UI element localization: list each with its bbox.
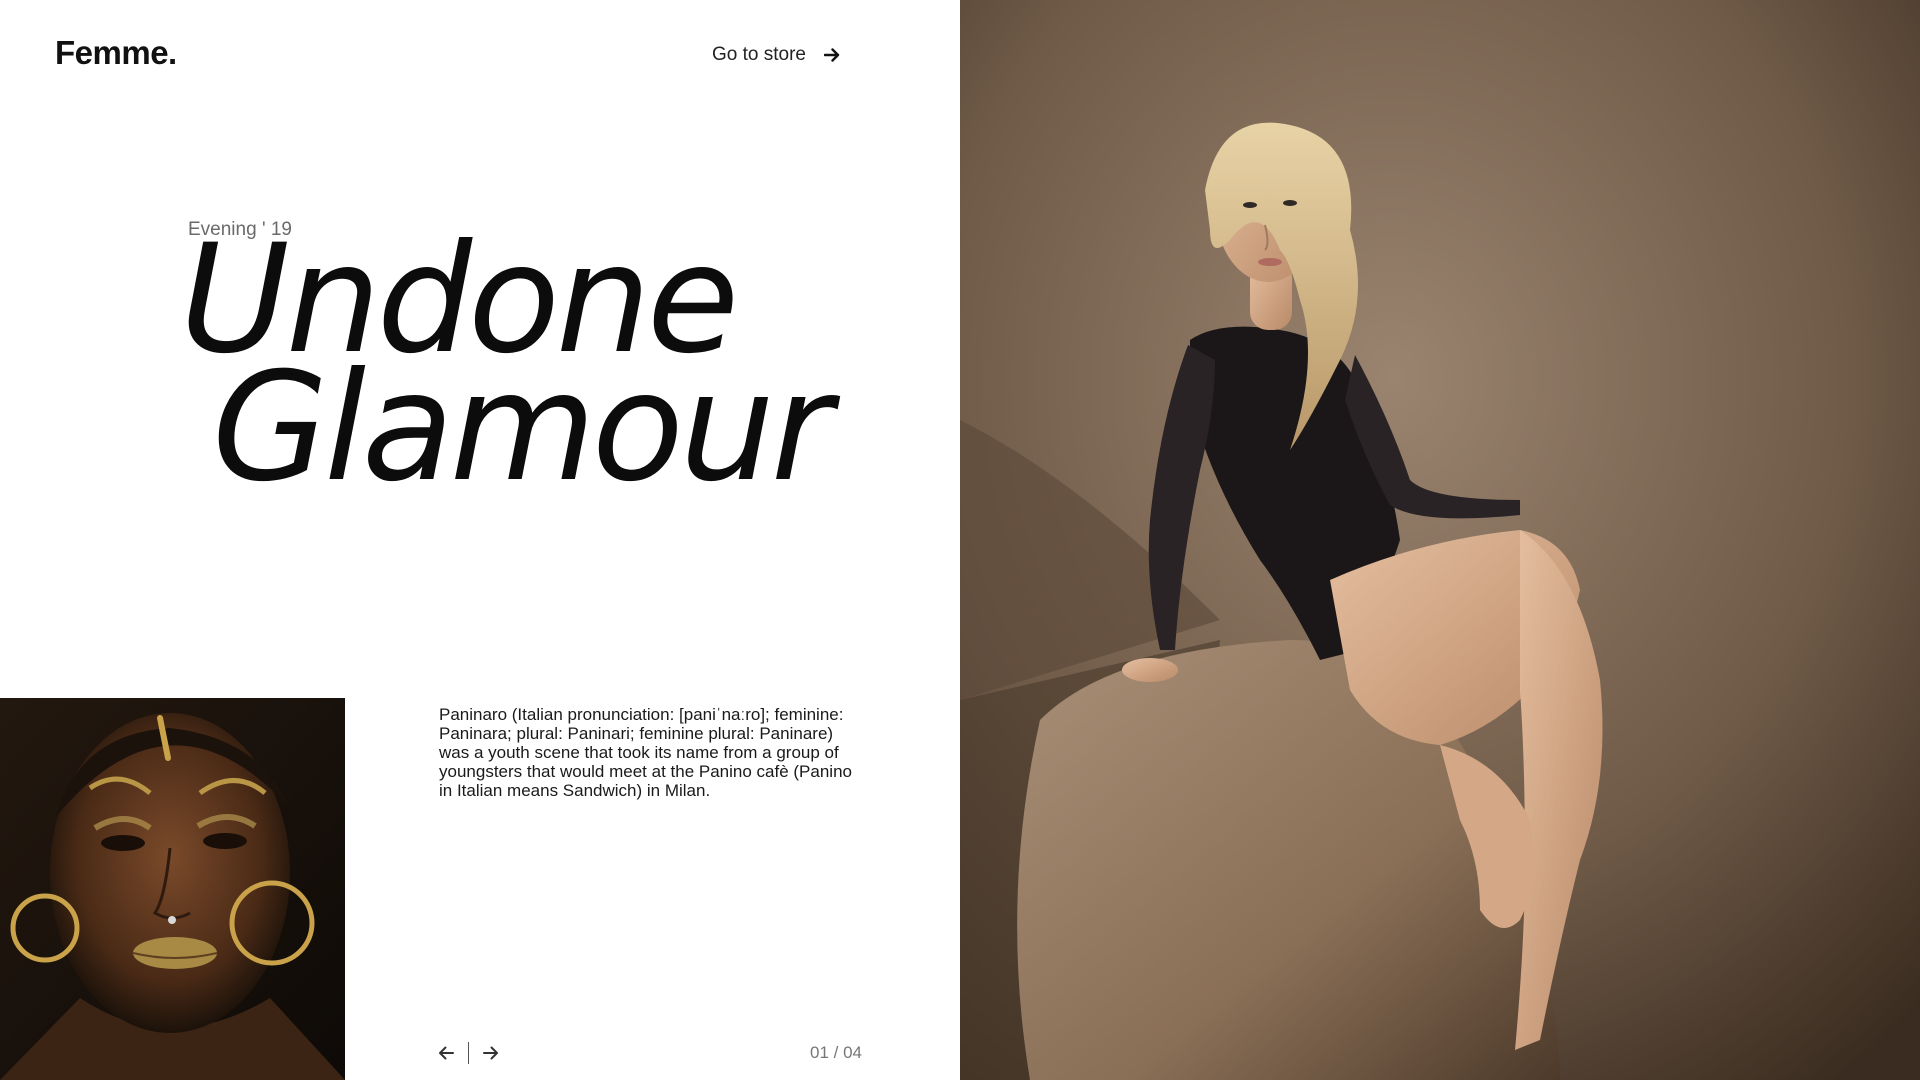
hero-image: [960, 0, 1920, 1080]
hero-title-line2: Glamour: [212, 341, 832, 515]
go-to-store-label: Go to store: [712, 44, 806, 65]
pager-divider: [468, 1042, 469, 1064]
arrow-left-icon: [439, 1046, 454, 1060]
go-to-store-link[interactable]: Go to store: [712, 44, 840, 66]
arrow-right-icon: [483, 1046, 498, 1060]
arrow-right-icon: [824, 48, 840, 62]
brand-logo[interactable]: Femme.: [55, 34, 177, 72]
content-panel: Femme. Go to store Evening ' 19 Undone G…: [0, 0, 960, 1080]
hero-description: Paninaro (Italian pronunciation: [paniˈn…: [439, 705, 852, 800]
next-slide-button[interactable]: [481, 1043, 501, 1063]
hero-title: Undone Glamour: [180, 225, 832, 515]
prev-slide-button[interactable]: [436, 1043, 456, 1063]
page: Femme. Go to store Evening ' 19 Undone G…: [0, 0, 1920, 1080]
slide-counter: 01 / 04: [810, 1043, 862, 1062]
slider-pager: [436, 1042, 501, 1064]
thumbnail-image: [0, 698, 345, 1080]
